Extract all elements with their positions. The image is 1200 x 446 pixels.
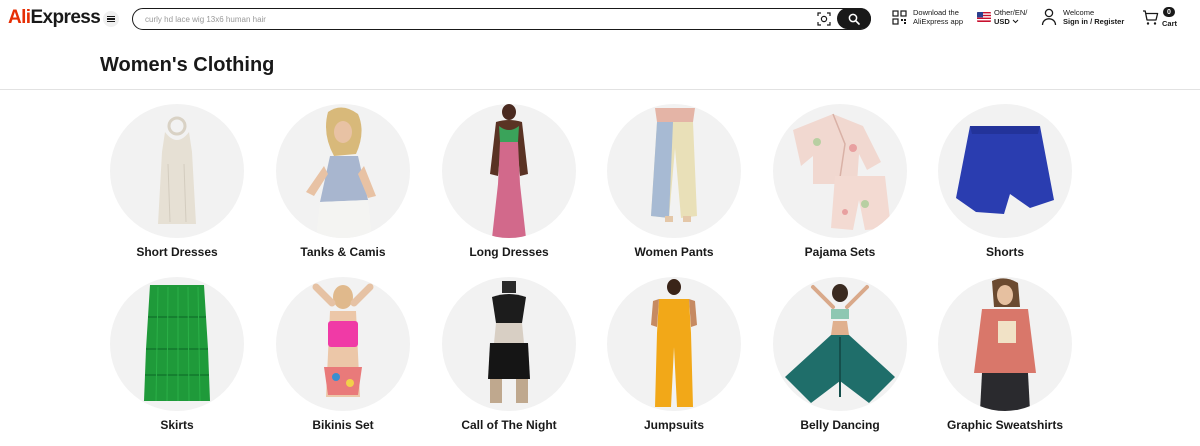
pants-image — [607, 104, 741, 238]
short-dress-image — [110, 104, 244, 238]
pajama-set-image — [773, 104, 907, 238]
search-bar — [132, 8, 871, 30]
cart-icon — [1143, 10, 1159, 25]
account-menu[interactable]: Welcome Sign in / Register — [1041, 8, 1124, 26]
category-label: Shorts — [985, 245, 1024, 259]
category-label: Skirts — [160, 418, 194, 432]
belly-dance-image — [773, 277, 907, 411]
cart-count-badge: 0 — [1163, 7, 1175, 17]
us-flag-icon — [977, 12, 991, 22]
user-icon — [1041, 8, 1057, 26]
category-label: Belly Dancing — [800, 418, 880, 432]
night-outfit-image — [442, 277, 576, 411]
category-label: Pajama Sets — [804, 245, 876, 259]
category-label: Bikinis Set — [312, 418, 374, 432]
category-label: Women Pants — [634, 245, 714, 259]
top-header: AliExpress Download the AliExpress app — [0, 0, 1200, 40]
search-button[interactable] — [837, 8, 871, 29]
bikini-image — [276, 277, 410, 411]
language-currency-selector[interactable]: Other/EN/ USD — [977, 8, 1027, 26]
app-line2: AliExpress app — [913, 17, 964, 26]
cart-label: Cart — [1162, 19, 1178, 28]
long-dress-image — [442, 104, 576, 238]
category-label: Call of The Night — [461, 418, 557, 432]
cart-link[interactable]: 0 Cart — [1142, 6, 1182, 30]
qr-code-icon — [892, 9, 907, 25]
account-line1: Welcome — [1063, 8, 1095, 17]
app-line1: Download the — [913, 8, 959, 17]
category-label: Tanks & Camis — [300, 245, 386, 259]
download-app-link[interactable]: Download the AliExpress app — [892, 8, 963, 26]
header-divider — [0, 89, 1200, 90]
currency-label: USD — [994, 17, 1010, 26]
aliexpress-logo[interactable]: AliExpress — [8, 7, 101, 29]
logo-suffix: Express — [30, 7, 101, 28]
sweatshirt-image — [938, 277, 1072, 411]
image-search-icon[interactable] — [817, 12, 831, 26]
shorts-image — [938, 104, 1072, 238]
lang-line1: Other/EN/ — [994, 8, 1028, 17]
account-line2: Sign in / Register — [1063, 17, 1125, 26]
search-input[interactable] — [145, 12, 805, 26]
category-label: Graphic Sweatshirts — [946, 418, 1064, 432]
category-label: Short Dresses — [136, 245, 218, 259]
skirt-image — [110, 277, 244, 411]
chevron-down-icon — [1012, 19, 1019, 24]
search-icon — [848, 13, 860, 25]
menu-icon[interactable] — [103, 11, 119, 27]
page-title: Women's Clothing — [100, 54, 275, 76]
category-label: Long Dresses — [469, 245, 549, 259]
category-label: Jumpsuits — [643, 418, 704, 432]
tank-cami-image — [276, 104, 410, 238]
jumpsuit-image — [607, 277, 741, 411]
logo-prefix: Ali — [8, 7, 31, 28]
